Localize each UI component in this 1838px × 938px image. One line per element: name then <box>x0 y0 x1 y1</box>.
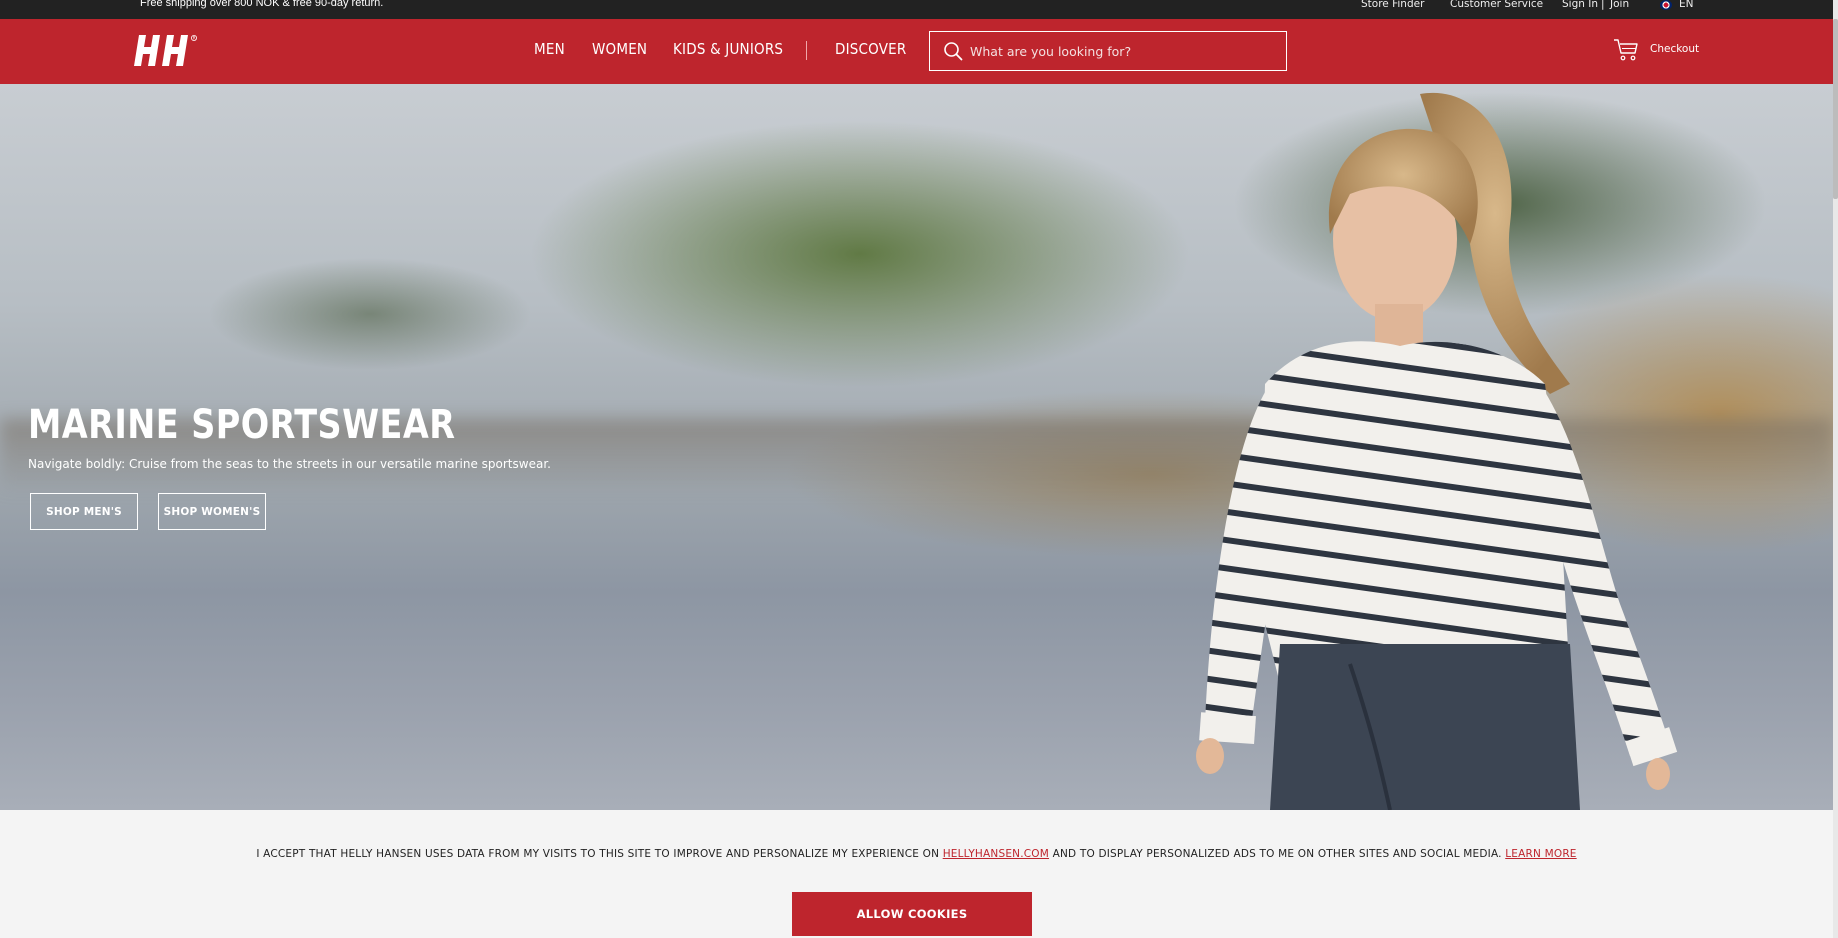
search-input[interactable] <box>970 32 1280 70</box>
cart-icon[interactable] <box>1613 38 1639 62</box>
search-box[interactable] <box>929 31 1287 71</box>
cookie-text-before: I ACCEPT THAT HELLY HANSEN USES DATA FRO… <box>256 848 943 860</box>
hellyhansen-link[interactable]: HELLYHANSEN.COM <box>943 848 1049 860</box>
cookie-consent-banner: I ACCEPT THAT HELLY HANSEN USES DATA FRO… <box>0 810 1833 938</box>
nav-kids-juniors[interactable]: KIDS & JUNIORS <box>673 40 783 58</box>
hero-subtitle: Navigate boldly: Cruise from the seas to… <box>28 457 551 471</box>
nav-men[interactable]: MEN <box>534 40 565 58</box>
nav-discover[interactable]: DISCOVER <box>835 40 906 58</box>
search-icon[interactable] <box>943 41 963 61</box>
checkout-link[interactable]: Checkout <box>1650 43 1699 55</box>
cookie-message: I ACCEPT THAT HELLY HANSEN USES DATA FRO… <box>0 848 1833 860</box>
utility-bar: Free shipping over 800 NOK & free 90-day… <box>0 0 1838 19</box>
hero-banner: MARINE SPORTSWEAR Navigate boldly: Cruis… <box>0 84 1833 810</box>
nav-women[interactable]: WOMEN <box>592 40 647 58</box>
customer-service-link[interactable]: Customer Service <box>1450 0 1543 10</box>
shop-mens-button[interactable]: SHOP MEN'S <box>30 493 138 530</box>
join-link[interactable]: Join <box>1610 0 1629 10</box>
main-header: R MEN WOMEN KIDS & JUNIORS DISCOVER Chec… <box>0 19 1838 84</box>
nav-divider <box>806 41 807 60</box>
language-selector[interactable]: EN <box>1679 0 1694 10</box>
sign-in-separator: | <box>1601 0 1605 10</box>
shop-womens-button[interactable]: SHOP WOMEN'S <box>158 493 266 530</box>
allow-cookies-button[interactable]: ALLOW COOKIES <box>792 892 1032 936</box>
uk-flag-icon[interactable] <box>1660 0 1672 10</box>
hero-title: MARINE SPORTSWEAR <box>28 402 456 448</box>
store-finder-link[interactable]: Store Finder <box>1361 0 1424 10</box>
hh-logo[interactable]: R <box>130 32 204 68</box>
learn-more-link[interactable]: LEARN MORE <box>1505 848 1576 860</box>
page-scrollbar[interactable] <box>1833 0 1838 938</box>
sign-in-link[interactable]: Sign In <box>1562 0 1598 10</box>
shipping-promo: Free shipping over 800 NOK & free 90-day… <box>140 0 384 9</box>
svg-text:R: R <box>193 36 196 41</box>
scrollbar-thumb[interactable] <box>1833 19 1838 199</box>
hero-model-image <box>1196 92 1678 810</box>
cookie-text-after: AND TO DISPLAY PERSONALIZED ADS TO ME ON… <box>1049 848 1506 860</box>
